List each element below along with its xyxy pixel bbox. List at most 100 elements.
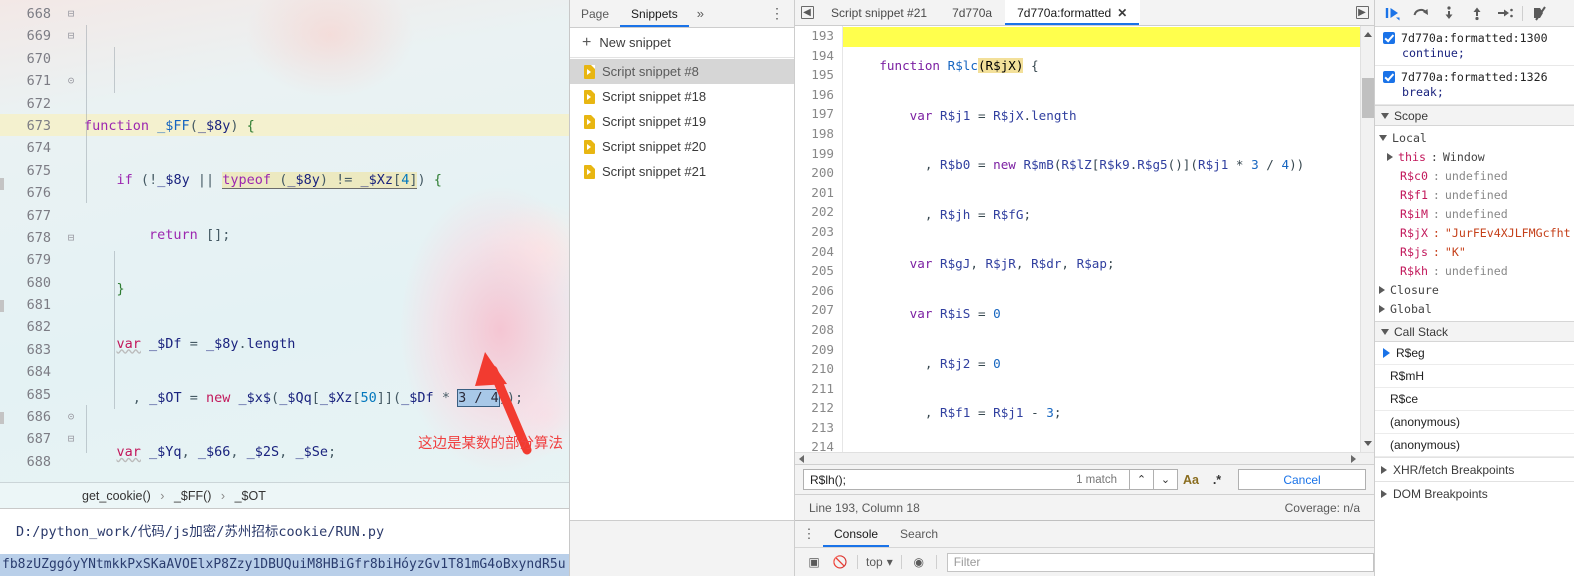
editor-change-markers: [0, 0, 4, 576]
tab-page[interactable]: Page: [570, 0, 620, 27]
console-toolbar: ▣ 🚫 top ▾ ◉ Filter: [795, 548, 1374, 576]
snippet-label: Script snippet #8: [602, 64, 699, 79]
find-cancel-button[interactable]: Cancel: [1238, 469, 1366, 490]
source-line-numbers[interactable]: 193 194 195 196 197 198 199 200 201 202 203 20…: [795, 26, 843, 452]
ide-line-numbers: 668 669 670 671 672 673 674 675 676 677 678 67…: [26, 6, 51, 470]
tab-console[interactable]: Console: [823, 521, 889, 547]
scroll-left-icon[interactable]: [799, 455, 804, 463]
tab-scroll-left-icon[interactable]: ◀: [795, 0, 819, 25]
snippet-label: Script snippet #20: [602, 139, 707, 154]
ide-breadcrumb[interactable]: get_cookie() › _$FF() › _$OT: [0, 482, 569, 508]
match-case-toggle[interactable]: Aa: [1178, 473, 1204, 487]
callstack-row[interactable]: R$ce: [1375, 388, 1574, 411]
ide-file-path: D:/python_work/代码/js加密/苏州招标cookie/RUN.py: [0, 508, 569, 554]
debugger-sidebar: 7d770a:formatted:1300 continue; 7d770a:f…: [1375, 0, 1574, 576]
editor-vertical-scrollbar[interactable]: [1360, 26, 1374, 452]
scope-variable-row[interactable]: R$f1: undefined: [1375, 185, 1574, 204]
callstack-row[interactable]: (anonymous): [1375, 434, 1574, 457]
scope-section-header[interactable]: Scope: [1375, 105, 1574, 126]
callstack-row[interactable]: (anonymous): [1375, 411, 1574, 434]
breakpoint-item[interactable]: 7d770a:formatted:1300 continue;: [1375, 27, 1574, 66]
callstack-section-header[interactable]: Call Stack: [1375, 321, 1574, 342]
xhr-breakpoints-section[interactable]: XHR/fetch Breakpoints: [1375, 457, 1574, 481]
step-into-icon[interactable]: [1435, 2, 1463, 24]
source-code-editor[interactable]: 193 194 195 196 197 198 199 200 201 202 203 20…: [795, 26, 1374, 452]
step-over-icon[interactable]: [1407, 2, 1435, 24]
scope-variable-row[interactable]: this: Window: [1375, 147, 1574, 166]
new-snippet-label: New snippet: [599, 35, 671, 50]
close-icon[interactable]: ✕: [1117, 6, 1127, 20]
editor-horizontal-scrollbar[interactable]: [795, 452, 1374, 464]
breadcrumb-item-1[interactable]: get_cookie(): [82, 489, 151, 503]
scroll-right-icon[interactable]: [1351, 455, 1356, 463]
console-sidebar-icon[interactable]: ▣: [801, 555, 827, 569]
live-expression-icon[interactable]: ◉: [906, 555, 932, 569]
callstack-row[interactable]: R$mH: [1375, 365, 1574, 388]
snippet-label: Script snippet #18: [602, 89, 707, 104]
drawer-menu-icon[interactable]: ⋮: [795, 521, 823, 547]
frame-label: (anonymous): [1390, 438, 1461, 452]
tab-search[interactable]: Search: [889, 521, 949, 547]
find-prev-button[interactable]: ⌃: [1130, 469, 1154, 490]
editor-status-bar: Line 193, Column 18 Coverage: n/a: [795, 494, 1374, 520]
step-out-icon[interactable]: [1463, 2, 1491, 24]
ide-fold-gutter[interactable]: ⊟ ⊟ ⊝ ⊟ ⊝ ⊟: [58, 1, 84, 482]
snippets-menu-icon[interactable]: ⋮: [760, 0, 794, 27]
scope-variable-row[interactable]: R$jX: "JurFEv4XJLFMGcfht: [1375, 223, 1574, 242]
step-icon[interactable]: [1491, 2, 1519, 24]
coverage-status[interactable]: Coverage: n/a: [1285, 501, 1360, 515]
cursor-position[interactable]: Line 193, Column 18: [809, 501, 920, 515]
breakpoint-checkbox[interactable]: [1383, 71, 1395, 83]
ide-source-lines[interactable]: function _$FF(_$8y) { if (!_$8y || typeo…: [84, 1, 569, 482]
tab-script-snippet-21[interactable]: Script snippet #21: [819, 0, 940, 25]
breakpoint-checkbox[interactable]: [1383, 32, 1395, 44]
scrollbar-thumb[interactable]: [1362, 78, 1374, 118]
section-label: XHR/fetch Breakpoints: [1393, 462, 1515, 477]
source-code-lines[interactable]: function R$lc(R$jX) { var R$j1 = R$jX.le…: [843, 26, 1374, 452]
script-file-icon: [584, 89, 595, 104]
current-frame-icon: [1383, 348, 1390, 358]
new-snippet-button[interactable]: + New snippet: [570, 28, 794, 58]
scope-variable-row[interactable]: R$c0: undefined: [1375, 166, 1574, 185]
console-context-selector[interactable]: top ▾: [862, 555, 897, 569]
find-next-button[interactable]: ⌄: [1154, 469, 1178, 490]
list-item[interactable]: Script snippet #21: [570, 159, 794, 184]
scroll-down-icon[interactable]: [1364, 441, 1372, 446]
scroll-up-icon[interactable]: [1364, 32, 1372, 37]
clear-console-icon[interactable]: 🚫: [827, 555, 853, 569]
scope-global-group[interactable]: Global: [1375, 299, 1574, 318]
list-item[interactable]: Script snippet #8: [570, 59, 794, 84]
scope-variable-row[interactable]: R$iM: undefined: [1375, 204, 1574, 223]
tabbar-spacer: [1140, 0, 1350, 25]
tab-7d770a-formatted[interactable]: 7d770a:formatted ✕: [1005, 0, 1141, 25]
scope-variable-row[interactable]: R$js: "K": [1375, 242, 1574, 261]
regex-toggle[interactable]: .*: [1204, 473, 1230, 487]
tab-scroll-right-icon[interactable]: ▶: [1350, 0, 1374, 25]
more-tabs-icon[interactable]: »: [689, 0, 712, 27]
breadcrumb-item-2[interactable]: _$FF(): [174, 489, 212, 503]
resume-icon[interactable]: [1379, 2, 1407, 24]
breadcrumb-item-3[interactable]: _$OT: [235, 489, 266, 503]
tab-snippets[interactable]: Snippets: [620, 0, 689, 27]
callstack-row[interactable]: R$eg: [1375, 342, 1574, 365]
deactivate-breakpoints-icon[interactable]: [1526, 2, 1554, 24]
scope-local-group[interactable]: Local: [1375, 128, 1574, 147]
dom-breakpoints-section[interactable]: DOM Breakpoints: [1375, 481, 1574, 505]
chevron-right-icon[interactable]: [1387, 152, 1393, 161]
list-item[interactable]: Script snippet #19: [570, 109, 794, 134]
breakpoint-item[interactable]: 7d770a:formatted:1326 break;: [1375, 66, 1574, 105]
scope-variable-row[interactable]: R$kh: undefined: [1375, 261, 1574, 280]
find-input[interactable]: R$lh(); 1 match: [803, 469, 1130, 490]
tab-7d770a[interactable]: 7d770a: [940, 0, 1005, 25]
list-item[interactable]: Script snippet #18: [570, 84, 794, 109]
snippet-label: Script snippet #19: [602, 114, 707, 129]
variable-name: this: [1398, 149, 1426, 164]
variable-name: R$f1: [1400, 187, 1428, 202]
breadcrumb-sep-icon: ›: [160, 489, 165, 503]
console-filter-input[interactable]: Filter: [946, 552, 1374, 572]
snippets-tabbar: Page Snippets » ⋮: [570, 0, 794, 28]
ide-code-area[interactable]: 668 669 670 671 672 673 674 675 676 677 678 67…: [0, 0, 569, 482]
list-item[interactable]: Script snippet #20: [570, 134, 794, 159]
scope-closure-group[interactable]: Closure: [1375, 280, 1574, 299]
snippet-label: Script snippet #21: [602, 164, 707, 179]
